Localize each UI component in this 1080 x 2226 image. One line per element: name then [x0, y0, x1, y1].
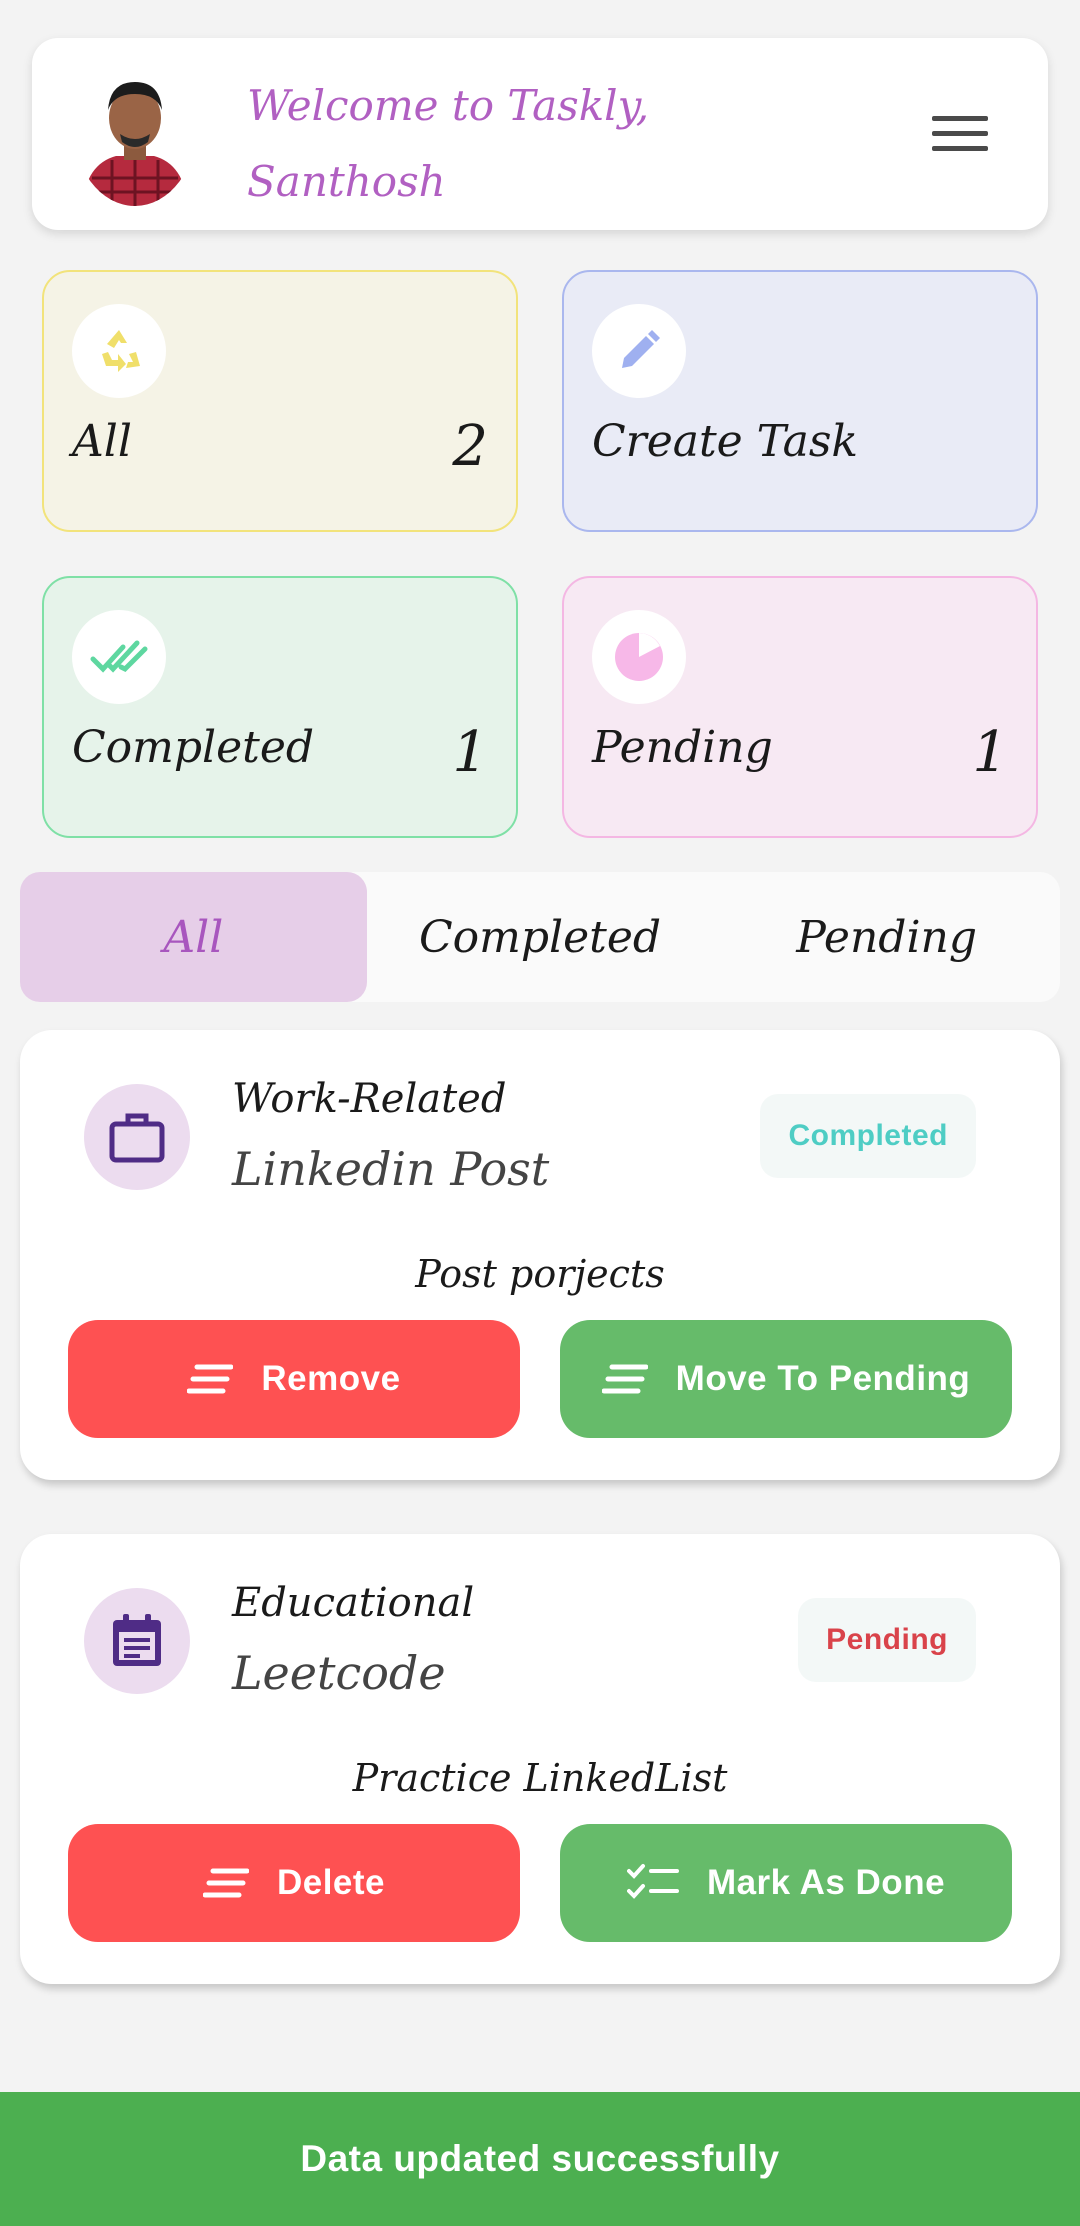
double-check-icon — [72, 610, 166, 704]
pencil-icon — [592, 304, 686, 398]
stat-label-all: All — [72, 416, 132, 467]
welcome-header: Welcome to Taskly, Santhosh — [32, 38, 1048, 230]
create-task-card[interactable]: Create Task — [562, 270, 1038, 532]
task-title: Linkedin Post — [232, 1142, 550, 1196]
welcome-username: Santhosh — [247, 157, 446, 206]
stat-card-pending[interactable]: Pending 1 — [562, 576, 1038, 838]
welcome-line-1: Welcome to Taskly, — [247, 81, 650, 130]
status-badge: Completed — [760, 1094, 976, 1178]
task-category: Educational — [232, 1580, 475, 1626]
delete-button-label: Delete — [276, 1863, 386, 1902]
hamburger-menu-icon[interactable] — [932, 116, 988, 156]
welcome-text: Welcome to Taskly, Santhosh — [247, 68, 767, 220]
stat-card-all[interactable]: All 2 — [42, 270, 518, 532]
task-category: Work-Related — [232, 1076, 507, 1122]
stat-label-pending: Pending — [592, 722, 773, 773]
tab-pending[interactable]: Pending — [713, 872, 1060, 1002]
lines-icon — [202, 1868, 249, 1898]
task-card: Educational Leetcode Pending Practice Li… — [20, 1534, 1060, 1984]
filter-tabs: All Completed Pending — [20, 872, 1060, 1002]
stat-card-completed[interactable]: Completed 1 — [42, 576, 518, 838]
stat-count-pending: 1 — [972, 720, 1008, 785]
mark-as-done-button-label: Mark As Done — [706, 1863, 946, 1902]
pie-chart-icon — [592, 610, 686, 704]
lines-icon — [187, 1364, 234, 1394]
tab-completed[interactable]: Completed — [367, 872, 714, 1002]
recycle-icon — [72, 304, 166, 398]
task-title: Leetcode — [232, 1646, 446, 1700]
task-description: Post porjects — [415, 1252, 665, 1296]
task-description: Practice LinkedList — [352, 1756, 728, 1800]
briefcase-icon — [84, 1084, 190, 1190]
avatar[interactable] — [72, 66, 198, 206]
lines-icon — [601, 1364, 648, 1394]
task-card: Work-Related Linkedin Post Completed Pos… — [20, 1030, 1060, 1480]
remove-button-label: Remove — [261, 1359, 401, 1398]
stat-label-completed: Completed — [72, 722, 315, 773]
move-to-pending-button[interactable]: Move To Pending — [560, 1320, 1012, 1438]
checklist-icon — [626, 1864, 679, 1899]
tab-all[interactable]: All — [20, 872, 367, 1002]
snackbar: Data updated successfully — [0, 2092, 1080, 2226]
calendar-icon — [84, 1588, 190, 1694]
stat-count-completed: 1 — [452, 720, 488, 785]
remove-button[interactable]: Remove — [68, 1320, 520, 1438]
snackbar-message: Data updated successfully — [300, 2138, 780, 2179]
delete-button[interactable]: Delete — [68, 1824, 520, 1942]
mark-as-done-button[interactable]: Mark As Done — [560, 1824, 1012, 1942]
stat-count-all: 2 — [452, 414, 488, 479]
stat-label-create: Create Task — [592, 416, 859, 467]
move-to-pending-button-label: Move To Pending — [675, 1359, 971, 1398]
status-badge: Pending — [798, 1598, 976, 1682]
